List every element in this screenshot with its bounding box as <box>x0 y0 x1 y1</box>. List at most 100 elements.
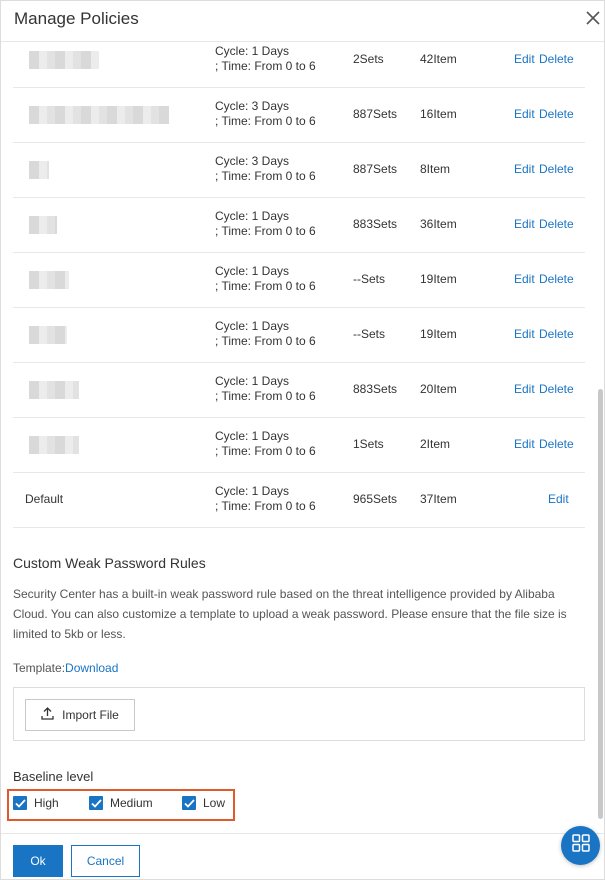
dialog-title: Manage Policies <box>14 9 139 28</box>
delete-link[interactable]: Delete <box>539 382 574 396</box>
import-file-button[interactable]: Import File <box>25 699 135 731</box>
delete-link[interactable]: Delete <box>539 272 574 286</box>
policy-row: Cycle: 1 Days; Time: From 0 to 6 --Sets … <box>13 253 585 308</box>
import-file-label: Import File <box>62 708 119 722</box>
edit-link[interactable]: Edit <box>514 52 535 66</box>
policy-time: ; Time: From 0 to 6 <box>215 334 316 348</box>
policy-row: Cycle: 1 Days; Time: From 0 to 6 883Sets… <box>13 363 585 418</box>
checkbox-check-icon <box>89 796 103 810</box>
policy-items: 2Item <box>420 437 451 451</box>
grid-menu-button[interactable] <box>561 826 600 865</box>
policy-time: ; Time: From 0 to 6 <box>215 279 316 293</box>
redacted-policy-name <box>29 51 99 69</box>
redacted-policy-name <box>29 161 49 179</box>
policy-items: 19Item <box>420 272 457 286</box>
policy-sets: 965Sets <box>353 492 398 506</box>
baseline-title: Baseline level <box>13 769 94 784</box>
policy-cycle: Cycle: 1 Days <box>215 484 290 498</box>
delete-link[interactable]: Delete <box>539 52 574 66</box>
policy-time: ; Time: From 0 to 6 <box>215 444 316 458</box>
policy-schedule: Cycle: 1 Days; Time: From 0 to 6 <box>215 44 316 74</box>
policy-schedule: Cycle: 3 Days; Time: From 0 to 6 <box>215 154 316 184</box>
checkbox-low[interactable]: Low <box>182 796 225 810</box>
dialog-header: Manage Policies <box>1 1 604 42</box>
policy-time: ; Time: From 0 to 6 <box>215 499 316 513</box>
manage-policies-dialog: Manage Policies Cycle: 1 Days; Time: Fro… <box>0 0 605 880</box>
weak-password-title: Custom Weak Password Rules <box>13 555 206 571</box>
checkbox-medium[interactable]: Medium <box>89 796 153 810</box>
policy-sets: 1Sets <box>353 437 384 451</box>
redacted-policy-name <box>29 326 67 344</box>
policy-row: Cycle: 3 Days; Time: From 0 to 6 887Sets… <box>13 88 585 143</box>
redacted-policy-name <box>29 436 79 454</box>
edit-link[interactable]: Edit <box>514 382 535 396</box>
checkbox-label: High <box>34 796 59 810</box>
policy-items: 16Item <box>420 107 457 121</box>
delete-link[interactable]: Delete <box>539 107 574 121</box>
checkbox-high[interactable]: High <box>13 796 59 810</box>
delete-link[interactable]: Delete <box>539 162 574 176</box>
edit-link[interactable]: Edit <box>514 327 535 341</box>
delete-link[interactable]: Delete <box>539 327 574 341</box>
redacted-policy-name <box>29 271 69 289</box>
policy-cycle: Cycle: 3 Days <box>215 154 290 168</box>
policy-schedule: Cycle: 1 Days; Time: From 0 to 6 <box>215 209 316 239</box>
policy-cycle: Cycle: 1 Days <box>215 44 290 58</box>
policy-time: ; Time: From 0 to 6 <box>215 59 316 73</box>
policy-sets: 2Sets <box>353 52 384 66</box>
download-link[interactable]: Download <box>65 661 118 675</box>
scrollbar[interactable] <box>598 389 603 819</box>
policy-schedule: Cycle: 1 Days; Time: From 0 to 6 <box>215 319 316 349</box>
policy-schedule: Cycle: 1 Days; Time: From 0 to 6 <box>215 484 316 514</box>
edit-link[interactable]: Edit <box>514 217 535 231</box>
policy-row: Cycle: 1 Days; Time: From 0 to 6 1Sets 2… <box>13 418 585 473</box>
policy-cycle: Cycle: 1 Days <box>215 319 290 333</box>
policy-items: 20Item <box>420 382 457 396</box>
ok-button[interactable]: Ok <box>13 845 63 877</box>
checkbox-label: Medium <box>110 796 153 810</box>
policy-items: 36Item <box>420 217 457 231</box>
policy-items: 19Item <box>420 327 457 341</box>
policy-name: Default <box>25 492 64 506</box>
redacted-policy-name <box>29 216 57 234</box>
policy-sets: 883Sets <box>353 217 398 231</box>
dialog-body: Cycle: 1 Days; Time: From 0 to 6 2Sets 4… <box>1 43 604 833</box>
policy-sets: --Sets <box>353 272 386 286</box>
policy-row: Cycle: 3 Days; Time: From 0 to 6 887Sets… <box>13 143 585 198</box>
cancel-button[interactable]: Cancel <box>71 845 140 877</box>
weak-password-description: Security Center has a built-in weak pass… <box>13 587 567 641</box>
policy-items: 37Item <box>420 492 457 506</box>
policy-items: 42Item <box>420 52 457 66</box>
policy-schedule: Cycle: 3 Days; Time: From 0 to 6 <box>215 99 316 129</box>
upload-icon <box>41 707 54 723</box>
policy-sets: --Sets <box>353 327 386 341</box>
delete-link[interactable]: Delete <box>539 217 574 231</box>
policy-schedule: Cycle: 1 Days; Time: From 0 to 6 <box>215 374 316 404</box>
policy-cycle: Cycle: 1 Days <box>215 429 290 443</box>
delete-link[interactable]: Delete <box>539 437 574 451</box>
close-icon[interactable] <box>583 8 603 28</box>
edit-link[interactable]: Edit <box>548 492 569 506</box>
edit-link[interactable]: Edit <box>514 437 535 451</box>
policy-schedule: Cycle: 1 Days; Time: From 0 to 6 <box>215 264 316 294</box>
redacted-policy-name <box>29 381 79 399</box>
policy-sets: 887Sets <box>353 107 398 121</box>
policy-row-default: Default Cycle: 1 Days; Time: From 0 to 6… <box>13 473 585 528</box>
policy-cycle: Cycle: 1 Days <box>215 374 290 388</box>
edit-link[interactable]: Edit <box>514 272 535 286</box>
dialog-footer: Ok Cancel <box>1 833 604 879</box>
policy-schedule: Cycle: 1 Days; Time: From 0 to 6 <box>215 429 316 459</box>
checkbox-check-icon <box>13 796 27 810</box>
policy-time: ; Time: From 0 to 6 <box>215 169 316 183</box>
policy-row: Cycle: 1 Days; Time: From 0 to 6 --Sets … <box>13 308 585 363</box>
template-row: Template:Download <box>13 661 118 675</box>
policy-time: ; Time: From 0 to 6 <box>215 389 316 403</box>
upload-area: Import File <box>13 687 585 741</box>
edit-link[interactable]: Edit <box>514 162 535 176</box>
edit-link[interactable]: Edit <box>514 107 535 121</box>
policy-sets: 887Sets <box>353 162 398 176</box>
checkbox-label: Low <box>203 796 226 810</box>
grid-icon <box>571 834 590 857</box>
redacted-policy-name <box>29 106 169 124</box>
policy-time: ; Time: From 0 to 6 <box>215 224 316 238</box>
